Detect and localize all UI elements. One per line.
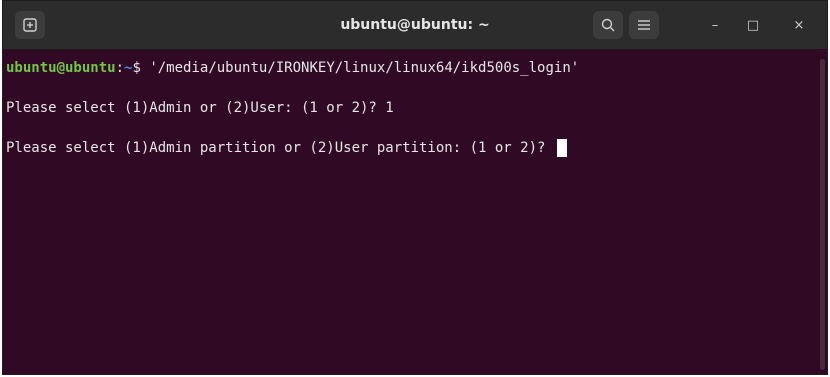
scrollbar[interactable] — [817, 49, 827, 374]
search-button[interactable] — [593, 11, 623, 39]
terminal-window: ubuntu@ubuntu: ~ – □ × ubuntu@ubuntu:~$ … — [2, 0, 828, 375]
maximize-icon: □ — [746, 17, 760, 33]
close-button[interactable]: × — [789, 15, 809, 35]
text-cursor — [556, 139, 567, 157]
output-line-role: Please select (1)Admin or (2)User: (1 or… — [6, 100, 394, 116]
prompt-colon: : — [115, 60, 125, 76]
close-icon: × — [793, 17, 805, 33]
command-text: '/media/ubuntu/IRONKEY/linux/linux64/ikd… — [149, 60, 580, 76]
partition-prompt-text: Please select (1)Admin partition or (2)U… — [6, 140, 554, 156]
title-bar[interactable]: ubuntu@ubuntu: ~ – □ × — [3, 1, 827, 50]
command-line: ubuntu@ubuntu:~$ '/media/ubuntu/IRONKEY/… — [6, 59, 579, 77]
scrollbar-thumb[interactable] — [820, 59, 825, 370]
menu-button[interactable] — [629, 11, 659, 39]
window-title: ubuntu@ubuntu: ~ — [340, 17, 490, 33]
output-line-partition: Please select (1)Admin partition or (2)U… — [6, 139, 567, 157]
minimize-icon: – — [711, 17, 719, 33]
hamburger-menu-icon — [638, 20, 650, 30]
prompt-userhost: ubuntu@ubuntu — [6, 60, 116, 76]
minimize-button[interactable]: – — [705, 15, 725, 35]
maximize-button[interactable]: □ — [743, 15, 763, 35]
prompt-symbol: $ — [132, 60, 150, 76]
search-icon — [601, 18, 615, 32]
terminal-output[interactable]: ubuntu@ubuntu:~$ '/media/ubuntu/IRONKEY/… — [3, 49, 817, 374]
